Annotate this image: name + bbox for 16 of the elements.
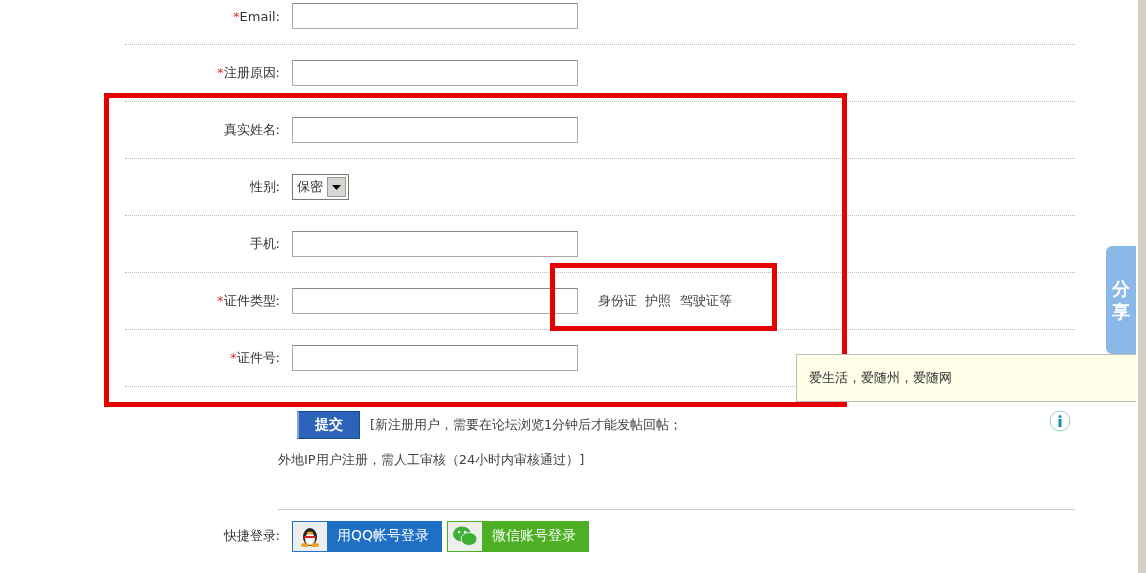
field-label: *注册原因: [216, 64, 281, 82]
notice-text: 外地IP用户注册，需人工审核（24小时内审核通过）] [278, 451, 586, 469]
tooltip-text: 爱生活，爱随州，爱随网 [809, 369, 952, 387]
field-label: *证件号: [229, 349, 281, 367]
gender-select[interactable]: 保密 [292, 174, 349, 200]
field-label: 手机: [248, 235, 281, 253]
field-label: 性别: [248, 178, 281, 196]
submit-button[interactable]: 提交 [297, 411, 360, 439]
quick-login-label: 快捷登录: [222, 527, 281, 545]
qq-login-button[interactable]: 用QQ帐号登录 [292, 520, 443, 552]
wechat-login-button[interactable]: 微信账号登录 [447, 520, 590, 552]
hint-text: 身份证 护照 驾驶证等 [598, 292, 732, 310]
field-label: *证件类型: [216, 292, 281, 310]
field-label: 真实姓名: [222, 121, 281, 139]
field-label: *Email: [232, 8, 281, 24]
notice-text: [新注册用户，需要在论坛浏览1分钟后才能发帖回帖； [370, 416, 683, 434]
